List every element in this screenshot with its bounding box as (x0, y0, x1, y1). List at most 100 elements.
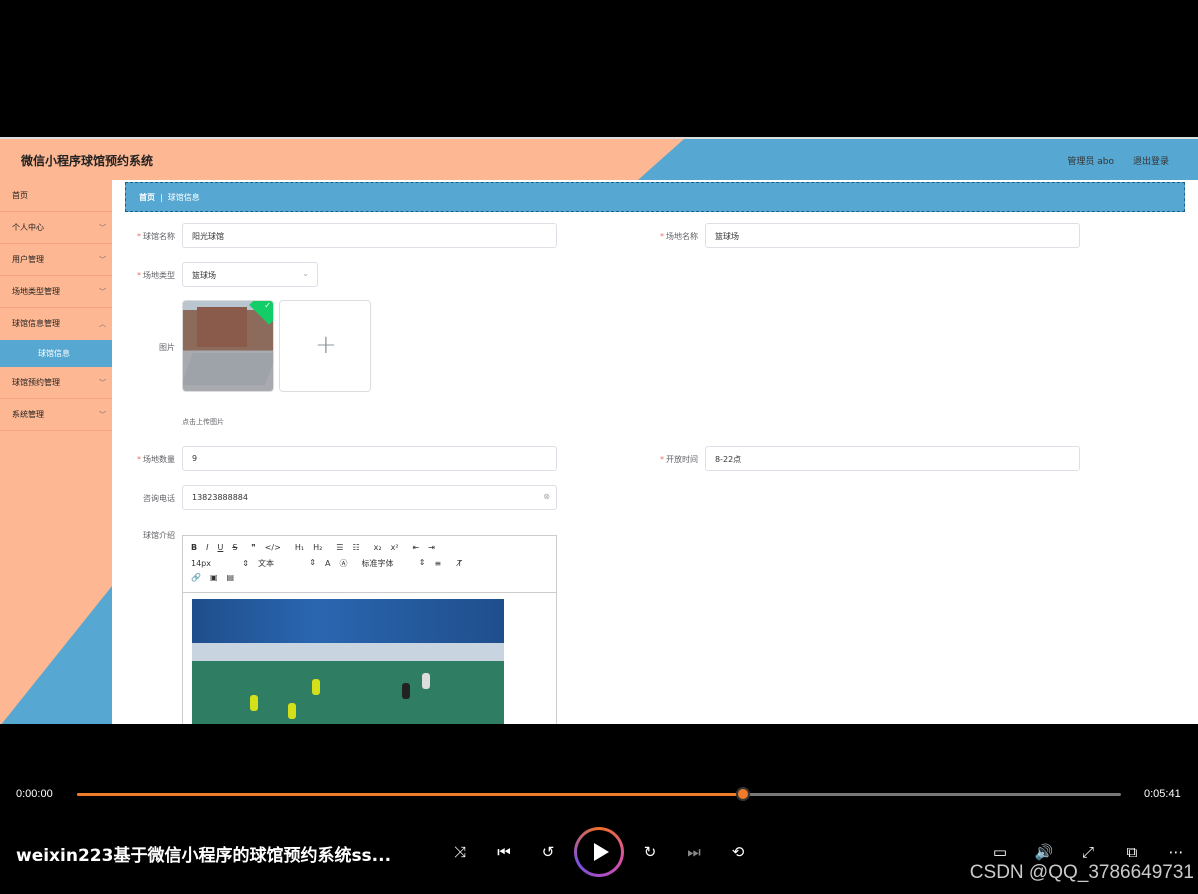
upload-image-button[interactable]: + (279, 300, 371, 392)
sidebar-item-label: 个人中心 (12, 223, 44, 232)
previous-icon[interactable]: ⏮ (491, 839, 517, 865)
sidebar-item-booking-management[interactable]: 球馆预约管理 ﹀ (0, 367, 112, 399)
play-button[interactable] (574, 827, 624, 877)
background-color-icon[interactable]: Ⓐ (339, 558, 347, 569)
image-icon[interactable]: ▣ (210, 573, 218, 582)
strike-button[interactable]: S (232, 543, 237, 552)
chevron-down-icon: ⌄ (302, 269, 309, 278)
photo-wall (192, 599, 504, 647)
header-decoration (638, 139, 1198, 180)
admin-label: 管理员 abo (1067, 157, 1114, 167)
rewind-10-icon[interactable]: ↺ (535, 839, 561, 865)
intro-label: 球馆介绍 (143, 531, 175, 540)
play-icon (594, 843, 609, 861)
field-type-select[interactable]: 篮球场 ⌄ (182, 262, 318, 287)
clear-format-icon[interactable]: T̸ (457, 559, 462, 568)
field-count-input[interactable]: 9 (182, 446, 557, 471)
next-icon[interactable]: ⏭ (681, 839, 707, 865)
chevron-down-icon: ﹀ (99, 288, 106, 296)
italic-button[interactable]: I (206, 543, 208, 552)
play-button-inner (577, 830, 621, 874)
sidebar-item-label: 系统管理 (12, 410, 44, 419)
sidebar-subitem-venue-info[interactable]: 球馆信息 (0, 340, 112, 367)
clear-icon[interactable]: ⊗ (543, 492, 550, 501)
underline-button[interactable]: U (217, 543, 223, 552)
photo-person (402, 683, 410, 699)
repeat-icon[interactable]: ⟲ (725, 839, 751, 865)
venue-name-input[interactable]: 阳光球馆 (182, 223, 557, 248)
progress-track[interactable] (77, 787, 1121, 801)
code-button[interactable]: </> (265, 543, 281, 552)
video-icon[interactable]: ▤ (227, 573, 235, 582)
font-size-select[interactable]: 14px ⇕ (191, 559, 249, 568)
text-type-select[interactable]: 文本 ⇕ (258, 558, 316, 569)
upload-hint: 点击上传图片 (182, 418, 224, 426)
sidebar-item-home[interactable]: 首页 (0, 180, 112, 212)
open-time-input[interactable]: 8-22点 (705, 446, 1080, 471)
sidebar: 首页 个人中心 ﹀ 用户管理 ﹀ 场地类型管理 ﹀ 球馆信息管理 ︿ 球馆信息 球馆预约… (0, 180, 112, 724)
thumbnail-ground (183, 353, 273, 385)
sidebar-item-field-type-management[interactable]: 场地类型管理 ﹀ (0, 276, 112, 308)
open-time-label: * 开放时间 (660, 455, 698, 464)
main-content: 首页 | 球馆信息 * 球馆名称 阳光球馆 * 场地名称 篮球场 * 场地类型 篮球场 ⌄ … (112, 180, 1198, 724)
superscript-button[interactable]: x² (391, 543, 399, 552)
video-title: weixin223基于微信小程序的球馆预约系统ss... (16, 846, 392, 866)
chevron-down-icon: ﹀ (99, 379, 106, 387)
outdent-button[interactable]: ⇤ (413, 543, 420, 552)
align-icon[interactable]: ≡ (434, 559, 441, 568)
toolbar-row-formatting: B I U S ❞ </> H₁ H₂ ☰ ☷ x₂ x² ⇤ ⇥ (191, 543, 444, 552)
bullet-list-button[interactable]: ☷ (352, 543, 359, 552)
rich-text-toolbar: B I U S ❞ </> H₁ H₂ ☰ ☷ x₂ x² ⇤ ⇥ 14px ⇕ 文本 ⇕ A Ⓐ 标准字体 ⇕ ≡… (182, 535, 557, 592)
plus-icon: + (315, 330, 337, 360)
h2-button[interactable]: H₂ (313, 543, 322, 552)
shuffle-icon[interactable]: ⤨ (447, 839, 473, 865)
bold-button[interactable]: B (191, 543, 197, 552)
sidebar-item-label: 球馆信息 (38, 349, 70, 358)
uploaded-image-thumbnail[interactable]: ✓ (182, 300, 274, 392)
duration: 0:05:41 (1144, 788, 1181, 800)
breadcrumb: 首页 | 球馆信息 (125, 182, 1185, 212)
subscript-button[interactable]: x₂ (374, 543, 382, 552)
blockquote-button[interactable]: ❞ (251, 543, 255, 552)
ordered-list-button[interactable]: ☰ (336, 543, 343, 552)
thumbnail-building (197, 307, 247, 347)
badminton-court-photo (192, 599, 504, 724)
updown-icon: ⇕ (418, 558, 426, 567)
photo-banner (192, 643, 504, 661)
app-frame: 微信小程序球馆预约系统 管理员 abo 退出登录 首页 个人中心 ﹀ 用户管理 ﹀ … (0, 137, 1198, 724)
field-type-value: 篮球场 (192, 271, 216, 280)
forward-30-icon[interactable]: ↻ (637, 839, 663, 865)
breadcrumb-separator: | (160, 193, 163, 202)
chevron-down-icon: ﹀ (99, 256, 106, 264)
sidebar-item-venue-info-management[interactable]: 球馆信息管理 ︿ (0, 308, 112, 340)
venue-name-label: * 球馆名称 (137, 232, 175, 241)
sidebar-item-system-management[interactable]: 系统管理 ﹀ (0, 399, 112, 431)
phone-label: 咨询电话 (143, 494, 175, 503)
sidebar-item-personal-center[interactable]: 个人中心 ﹀ (0, 212, 112, 244)
progress-handle[interactable] (736, 787, 751, 801)
breadcrumb-home[interactable]: 首页 (139, 193, 155, 202)
sidebar-item-label: 球馆信息管理 (12, 319, 60, 328)
phone-input[interactable]: 13823888884 ⊗ (182, 485, 557, 510)
field-type-label: * 场地类型 (137, 271, 175, 280)
chevron-up-icon: ︿ (99, 320, 106, 328)
sidebar-item-label: 用户管理 (12, 255, 44, 264)
field-count-label: * 场地数量 (137, 455, 175, 464)
logout-button[interactable]: 退出登录 (1133, 154, 1169, 167)
font-family-select[interactable]: 标准字体 ⇕ (361, 558, 425, 569)
current-time: 0:00:00 (16, 788, 53, 800)
updown-icon: ⇕ (309, 558, 316, 567)
app-title: 微信小程序球馆预约系统 (21, 154, 154, 168)
h1-button[interactable]: H₁ (295, 543, 304, 552)
field-name-input[interactable]: 篮球场 (705, 223, 1080, 248)
video-player: 0:00:00 0:05:41 weixin223基于微信小程序的球馆预约系统s… (0, 778, 1198, 894)
phone-value: 13823888884 (192, 493, 248, 502)
font-color-icon[interactable]: A (325, 559, 330, 568)
sidebar-item-user-management[interactable]: 用户管理 ﹀ (0, 244, 112, 276)
sidebar-item-label: 场地类型管理 (12, 287, 60, 296)
link-icon[interactable]: 🔗 (191, 573, 201, 582)
photo-person (288, 703, 296, 719)
indent-button[interactable]: ⇥ (428, 543, 435, 552)
csdn-watermark: CSDN @QQ_3786649731 (969, 862, 1194, 883)
sidebar-item-label: 首页 (12, 191, 28, 200)
